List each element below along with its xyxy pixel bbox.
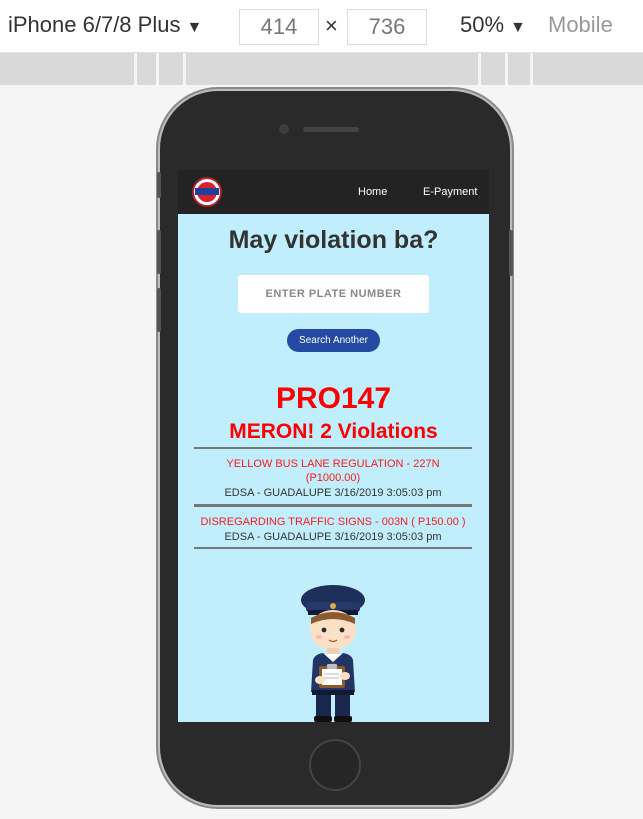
devtools-toolbar: iPhone 6/7/8 Plus ▼ 414 × 736 50% ▼ Mobile <box>0 0 643 53</box>
ruler-tick <box>478 53 481 85</box>
home-button[interactable] <box>309 739 361 791</box>
media-query-ruler <box>0 53 643 85</box>
traffic-enforcer-illustration <box>301 585 365 722</box>
violation-amount: (P1000.00) <box>305 472 361 484</box>
violation-title: DISREGARDING TRAFFIC SIGNS - 003N ( P150… <box>200 516 466 528</box>
mmda-logo[interactable] <box>192 177 222 207</box>
chevron-down-icon: ▼ <box>510 19 526 36</box>
plate-number-result: PRO147 <box>275 382 392 415</box>
ruler-tick <box>505 53 508 85</box>
earpiece-speaker <box>303 127 359 132</box>
dimension-separator: × <box>325 13 338 38</box>
plate-number-input[interactable] <box>238 275 429 313</box>
viewport-width-field[interactable]: 414 <box>239 9 319 45</box>
mode-label: Mobile <box>548 12 613 37</box>
phone-screen: Home E-Payment May violation ba? Search … <box>178 170 489 722</box>
volume-down-button <box>157 288 161 332</box>
logo-band <box>195 188 219 195</box>
violation-count: MERON! 2 Violations <box>229 420 438 443</box>
violation-location: EDSA - GUADALUPE 3/16/2019 3:05:03 pm <box>224 531 442 543</box>
ruler-tick <box>530 53 533 85</box>
ruler-tick <box>183 53 186 85</box>
page-title: May violation ba? <box>228 226 439 254</box>
volume-up-button <box>157 230 161 274</box>
zoom-selector[interactable]: 50% ▼ <box>460 12 526 38</box>
violation-title: YELLOW BUS LANE REGULATION - 227N <box>226 458 440 470</box>
navbar: Home E-Payment <box>178 170 489 214</box>
front-camera <box>279 124 289 134</box>
divider <box>194 447 472 449</box>
divider <box>194 547 472 549</box>
ruler-tick <box>134 53 137 85</box>
divider <box>194 504 472 507</box>
viewport-height-field[interactable]: 736 <box>347 9 427 45</box>
zoom-label: 50% <box>460 12 505 37</box>
mute-switch <box>157 172 161 198</box>
ruler-tick <box>156 53 159 85</box>
device-selector[interactable]: iPhone 6/7/8 Plus ▼ <box>8 12 202 38</box>
throttle-selector[interactable]: Mobile <box>548 12 613 38</box>
search-another-button[interactable]: Search Another <box>287 329 380 352</box>
violation-location: EDSA - GUADALUPE 3/16/2019 3:05:03 pm <box>224 487 442 499</box>
nav-link-epayment[interactable]: E-Payment <box>423 186 477 198</box>
chevron-down-icon: ▼ <box>186 19 203 36</box>
power-button <box>509 230 513 276</box>
device-label: iPhone 6/7/8 Plus <box>8 12 181 37</box>
nav-link-home[interactable]: Home <box>358 186 387 198</box>
